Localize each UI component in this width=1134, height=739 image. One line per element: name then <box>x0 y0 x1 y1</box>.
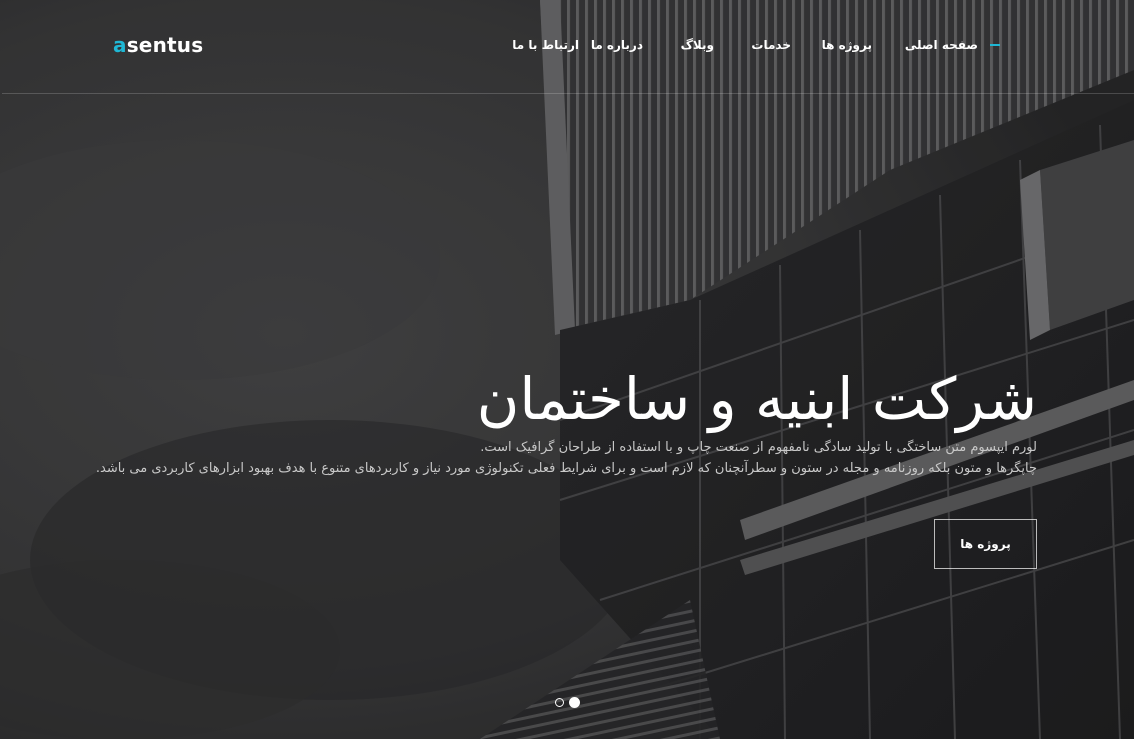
nav-item-projects[interactable]: پروژه ها <box>822 38 872 52</box>
nav-item-blog[interactable]: وبلاگ <box>681 38 714 52</box>
slider-dot-2-active[interactable] <box>569 697 580 708</box>
hero-description-line-2: چاپگرها و متون بلکه روزنامه و مجله در ست… <box>95 461 1037 476</box>
hero-description-line-1: لورم ایپسوم متن ساختگی با تولید سادگی نا… <box>480 440 1037 455</box>
projects-button[interactable]: پروژه ها <box>934 519 1037 569</box>
nav-item-about[interactable]: درباره ما <box>591 38 643 52</box>
site-header: asentus صفحه اصلی پروژه ها خدمات وبلاگ د… <box>0 0 1134 93</box>
main-nav: صفحه اصلی پروژه ها خدمات وبلاگ درباره ما… <box>0 38 1134 56</box>
nav-item-services[interactable]: خدمات <box>751 38 791 52</box>
nav-item-home[interactable]: صفحه اصلی <box>905 38 1001 52</box>
header-divider <box>2 93 1134 94</box>
hero-description: لورم ایپسوم متن ساختگی با تولید سادگی نا… <box>37 437 1037 479</box>
slider-dot-1[interactable] <box>555 698 564 707</box>
hero-title: شرکت ابنیه و ساختمان <box>476 364 1037 433</box>
nav-item-contact[interactable]: ارتباط با ما <box>512 38 579 52</box>
